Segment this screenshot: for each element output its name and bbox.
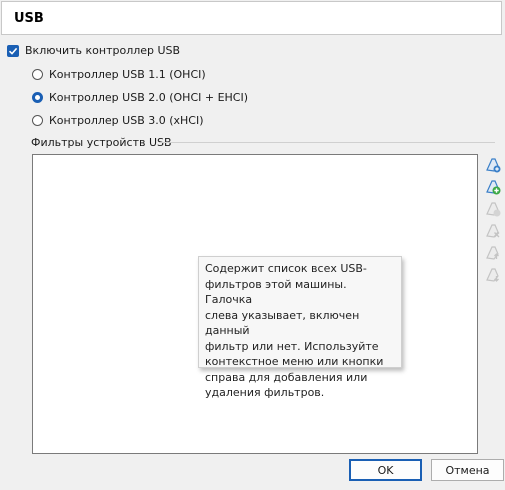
enable-usb-controller-label: Включить контроллер USB — [25, 44, 181, 57]
radio-unchecked-icon — [32, 115, 43, 126]
radio-unchecked-icon — [32, 69, 43, 80]
enable-usb-controller-checkbox[interactable]: Включить контроллер USB — [7, 44, 180, 57]
radio-checked-icon — [32, 92, 43, 103]
move-up-icon — [484, 244, 502, 262]
tooltip-line: Содержит список всех USB- — [205, 262, 367, 275]
move-down-icon — [484, 266, 502, 284]
radio-usb-3-0[interactable]: Контроллер USB 3.0 (xHCI) — [32, 114, 204, 127]
add-empty-filter-icon[interactable] — [484, 156, 502, 174]
radio-usb-2-0[interactable]: Контроллер USB 2.0 (OHCI + EHCI) — [32, 91, 248, 104]
remove-filter-icon — [484, 222, 502, 240]
group-divider — [160, 142, 495, 143]
tooltip-line: фильтров этой машины. Галочка — [205, 277, 347, 307]
page-header: USB — [1, 1, 502, 35]
checkmark-icon — [7, 44, 19, 57]
cancel-button[interactable]: Отмена — [431, 459, 504, 481]
usb-filters-tooltip: Содержит список всех USB- фильтров этой … — [198, 256, 402, 399]
tooltip-line: слева указывает, включен данный — [205, 308, 360, 338]
usb-filters-title: Фильтры устройств USB — [31, 136, 172, 149]
tooltip-line: удаления фильтров. — [205, 386, 325, 399]
radio-usb-2-0-label: Контроллер USB 2.0 (OHCI + EHCI) — [49, 91, 249, 104]
radio-usb-1-1-label: Контроллер USB 1.1 (OHCI) — [49, 68, 206, 81]
edit-filter-icon — [484, 200, 502, 218]
radio-usb-3-0-label: Контроллер USB 3.0 (xHCI) — [49, 114, 204, 127]
radio-usb-1-1[interactable]: Контроллер USB 1.1 (OHCI) — [32, 68, 206, 81]
tooltip-line: фильтр или нет. Используйте — [205, 339, 379, 353]
ok-button[interactable]: OK — [349, 459, 422, 481]
add-filter-from-device-icon[interactable] — [484, 178, 502, 196]
tooltip-line: справа для добавления или — [205, 370, 368, 384]
page-title: USB — [14, 11, 44, 26]
tooltip-line: контекстное меню или кнопки — [205, 355, 384, 368]
